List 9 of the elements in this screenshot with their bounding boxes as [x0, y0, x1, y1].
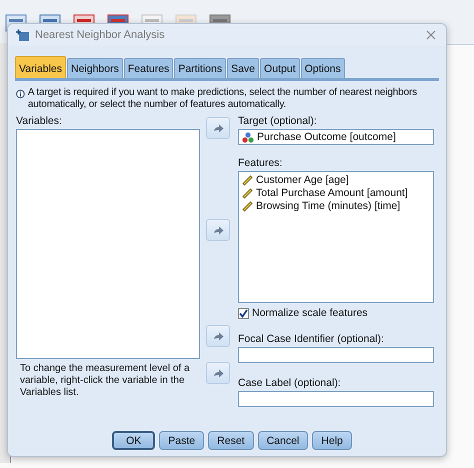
hint-text: To change the measurement level of a variable, right-click the variable in the Variables list. [19, 363, 191, 399]
features-label: Features: [238, 157, 284, 169]
info-text: A target is required if you want to make predictions, select the number of nearest neighbors automatically, or select the number of features automatically. [28, 87, 418, 111]
window-title: Nearest Neighbor Analysis [35, 29, 166, 41]
case-label: Case Label (optional): [238, 377, 342, 389]
variables-label: Variables: [16, 115, 63, 127]
target-label: Target (optional): [238, 115, 318, 127]
checkbox-label: Normalize scale features [252, 307, 368, 319]
focal-label: Focal Case Identifier (optional): [238, 333, 385, 345]
